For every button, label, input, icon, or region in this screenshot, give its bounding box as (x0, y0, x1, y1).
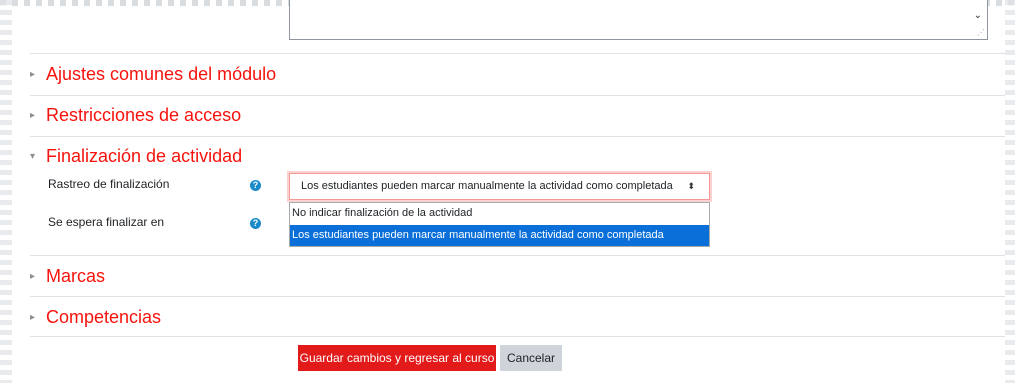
section-title[interactable]: Ajustes comunes del módulo (46, 63, 276, 85)
caret-down-icon: ▾ (30, 150, 36, 162)
dropdown-option[interactable]: No indicar finalización de la actividad (290, 203, 709, 224)
page-frame-left (0, 0, 12, 383)
caret-right-icon: ▸ (30, 270, 36, 282)
caret-right-icon: ▸ (30, 311, 36, 323)
section-title[interactable]: Finalización de actividad (46, 145, 242, 167)
divider (30, 336, 1005, 337)
divider (30, 136, 1005, 137)
resize-handle-icon[interactable]: ⋰ (977, 29, 985, 37)
dropdown-option-selected[interactable]: Los estudiantes pueden marcar manualment… (290, 225, 709, 246)
divider (30, 255, 1005, 256)
section-tags[interactable]: ▸ Marcas (30, 265, 105, 287)
section-title[interactable]: Restricciones de acceso (46, 104, 241, 126)
completion-tracking-label: Rastreo de finalización (48, 177, 170, 191)
help-icon[interactable]: ? (250, 218, 261, 229)
caret-right-icon: ▸ (30, 68, 36, 80)
section-title[interactable]: Marcas (46, 265, 105, 287)
section-access-restrictions[interactable]: ▸ Restricciones de acceso (30, 104, 241, 126)
section-title[interactable]: Competencias (46, 306, 161, 328)
select-arrows-icon: ⬍ (687, 181, 695, 191)
scroll-down-icon[interactable]: ⌄ (974, 10, 982, 21)
section-competencies[interactable]: ▸ Competencias (30, 306, 161, 328)
completion-tracking-dropdown[interactable]: No indicar finalización de la actividad … (289, 202, 710, 247)
page-frame-right (1005, 0, 1015, 383)
description-textarea[interactable]: ⌄ ⋰ (289, 0, 988, 40)
select-value: Los estudiantes pueden marcar manualment… (301, 180, 673, 192)
section-completion[interactable]: ▾ Finalización de actividad (30, 145, 242, 167)
divider (30, 95, 1005, 96)
divider (30, 296, 1005, 297)
section-module-settings[interactable]: ▸ Ajustes comunes del módulo (30, 63, 276, 85)
cancel-button[interactable]: Cancelar (500, 345, 562, 371)
completion-tracking-select[interactable]: Los estudiantes pueden marcar manualment… (289, 173, 710, 200)
expected-completion-label: Se espera finalizar en (48, 215, 165, 229)
save-and-return-button[interactable]: Guardar cambios y regresar al curso (298, 345, 496, 371)
caret-right-icon: ▸ (30, 109, 36, 121)
help-icon[interactable]: ? (250, 180, 261, 191)
divider (30, 53, 1005, 54)
